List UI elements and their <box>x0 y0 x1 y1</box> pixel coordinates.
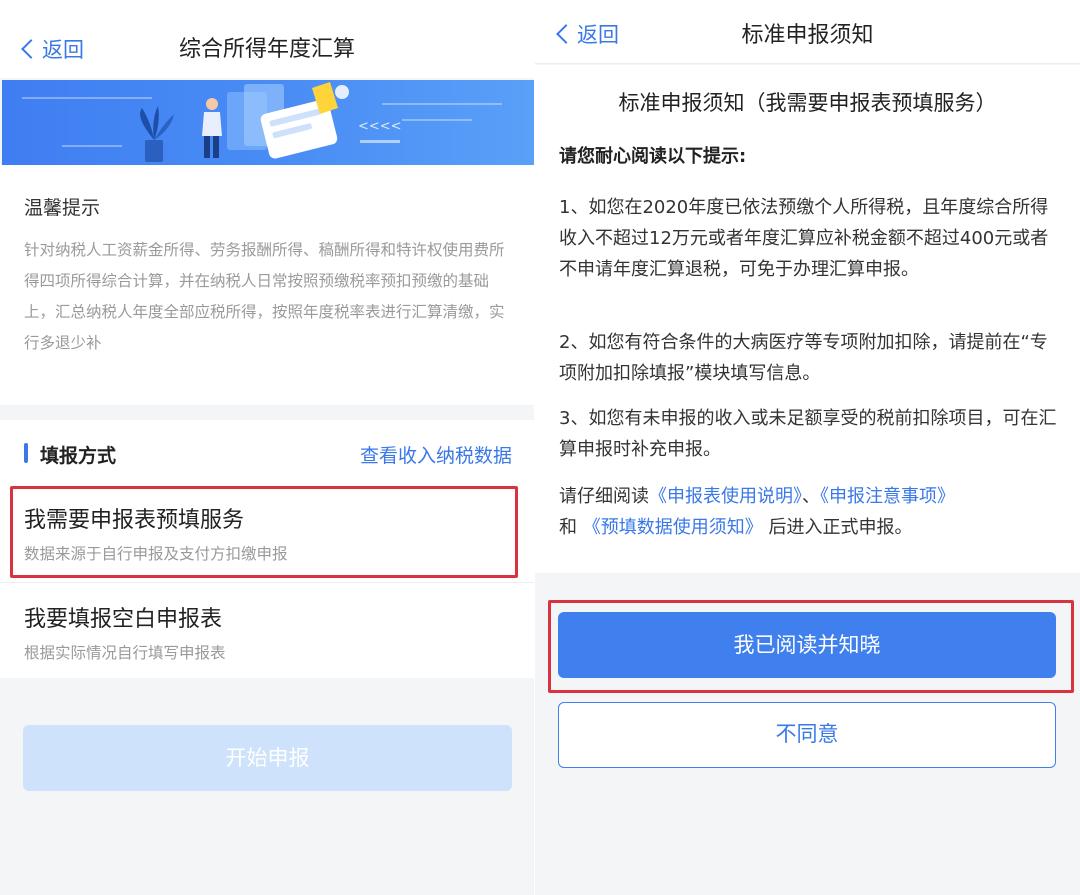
highlight-box <box>548 600 1074 693</box>
closing-suffix: 后进入正式申报。 <box>768 517 913 538</box>
notice-content: 标准申报须知（我需要申报表预填服务） 请您耐心阅读以下提示: 1、如您在2020… <box>535 65 1080 573</box>
closing-separator: 、 <box>802 486 820 507</box>
section-title: 填报方式 <box>40 445 117 467</box>
option-blank-form[interactable]: 我要填报空白申报表 根据实际情况自行填写申报表 <box>0 582 534 678</box>
person-figure-icon <box>202 98 222 158</box>
tips-section: 温馨提示 针对纳税人工资薪金所得、劳务报酬所得、稿酬所得和特许权使用费所得四项所… <box>0 165 534 405</box>
highlight-box <box>10 486 518 578</box>
plant-icon <box>140 106 174 162</box>
notice-item: 1、如您在2020年度已依法预缴个人所得税，且年度综合所得收入不超过12万元或者… <box>559 197 1049 280</box>
nav-bar: 返回 标准申报须知 <box>535 0 1080 64</box>
nav-bar: 返回 综合所得年度汇算 <box>0 0 534 78</box>
page-title: 综合所得年度汇算 <box>178 37 355 62</box>
annual-settlement-screen: 返回 综合所得年度汇算 <<<< 温馨提示 针对纳税人工资薪金所得、劳务报酬所得… <box>0 0 534 895</box>
usage-guide-link[interactable]: 《申报表使用说明》 <box>649 486 802 507</box>
view-tax-data-link[interactable]: 查看收入纳税数据 <box>360 441 512 468</box>
closing-and: 和 <box>559 517 577 538</box>
notice-item: 3、如您有未申报的收入或未足额享受的税前扣除项目，可在汇算申报时补充申报。 <box>559 408 1057 460</box>
banner-art: 税 <<<< <box>22 82 502 162</box>
banner-illustration: 税 <<<< <box>2 80 534 165</box>
banner-arrows: <<<< <box>358 119 402 134</box>
prefill-data-notice-link[interactable]: 《预填数据使用须知》 <box>583 517 763 538</box>
tips-title: 温馨提示 <box>24 197 101 219</box>
start-filing-button[interactable]: 开始申报 <box>23 725 512 791</box>
page-title: 标准申报须知 <box>741 23 874 48</box>
notice-closing: 请仔细阅读《申报表使用说明》、《申报注意事项》和 《预填数据使用须知》 后进入正… <box>559 481 1059 543</box>
section-header: 填报方式 查看收入纳税数据 <box>0 420 534 482</box>
closing-prefix: 请仔细阅读 <box>559 486 649 507</box>
notice-item: 2、如您有符合条件的大病医疗等专项附加扣除，请提前在“专项附加扣除填报”模块填写… <box>559 332 1048 384</box>
disagree-button[interactable]: 不同意 <box>558 702 1056 768</box>
notice-title: 标准申报须知（我需要申报表预填服务） <box>618 91 997 115</box>
option-title: 我要填报空白申报表 <box>24 607 223 632</box>
section-marker <box>24 443 28 463</box>
filing-notice-screen: 返回 标准申报须知 标准申报须知（我需要申报表预填服务） 请您耐心阅读以下提示:… <box>535 0 1080 895</box>
option-subtitle: 根据实际情况自行填写申报表 <box>24 644 226 662</box>
tips-body: 针对纳税人工资薪金所得、劳务报酬所得、稿酬所得和特许权使用费所得四项所得综合计算… <box>24 241 505 352</box>
filing-notes-link[interactable]: 《申报注意事项》 <box>820 486 955 507</box>
notice-lead: 请您耐心阅读以下提示: <box>559 146 747 167</box>
